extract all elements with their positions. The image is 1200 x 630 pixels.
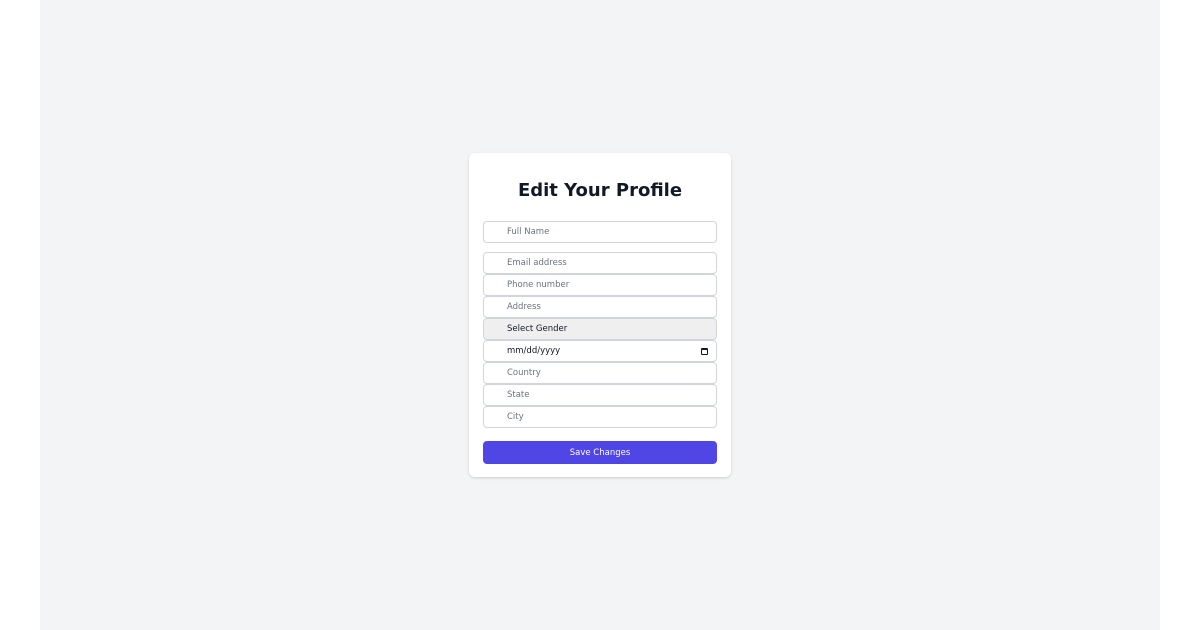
email-input[interactable]	[483, 252, 717, 274]
state-input[interactable]	[483, 384, 717, 406]
calendar-icon[interactable]	[701, 347, 708, 355]
gender-select-value: Select Gender	[507, 324, 568, 334]
gender-select[interactable]: Select Gender	[483, 318, 717, 340]
date-input-value: mm/dd/yyyy	[507, 346, 561, 356]
profile-form: Select Gender mm/dd/yyyy Save Changes	[483, 221, 717, 464]
city-input[interactable]	[483, 406, 717, 428]
date-input[interactable]: mm/dd/yyyy	[483, 340, 717, 362]
full-name-input[interactable]	[483, 221, 717, 243]
save-changes-button[interactable]: Save Changes	[483, 441, 717, 464]
phone-input[interactable]	[483, 274, 717, 296]
profile-card: Edit Your Profile Select Gender mm/dd/yy…	[469, 153, 731, 477]
page-title: Edit Your Profile	[517, 180, 683, 201]
address-input[interactable]	[483, 296, 717, 318]
country-input[interactable]	[483, 362, 717, 384]
